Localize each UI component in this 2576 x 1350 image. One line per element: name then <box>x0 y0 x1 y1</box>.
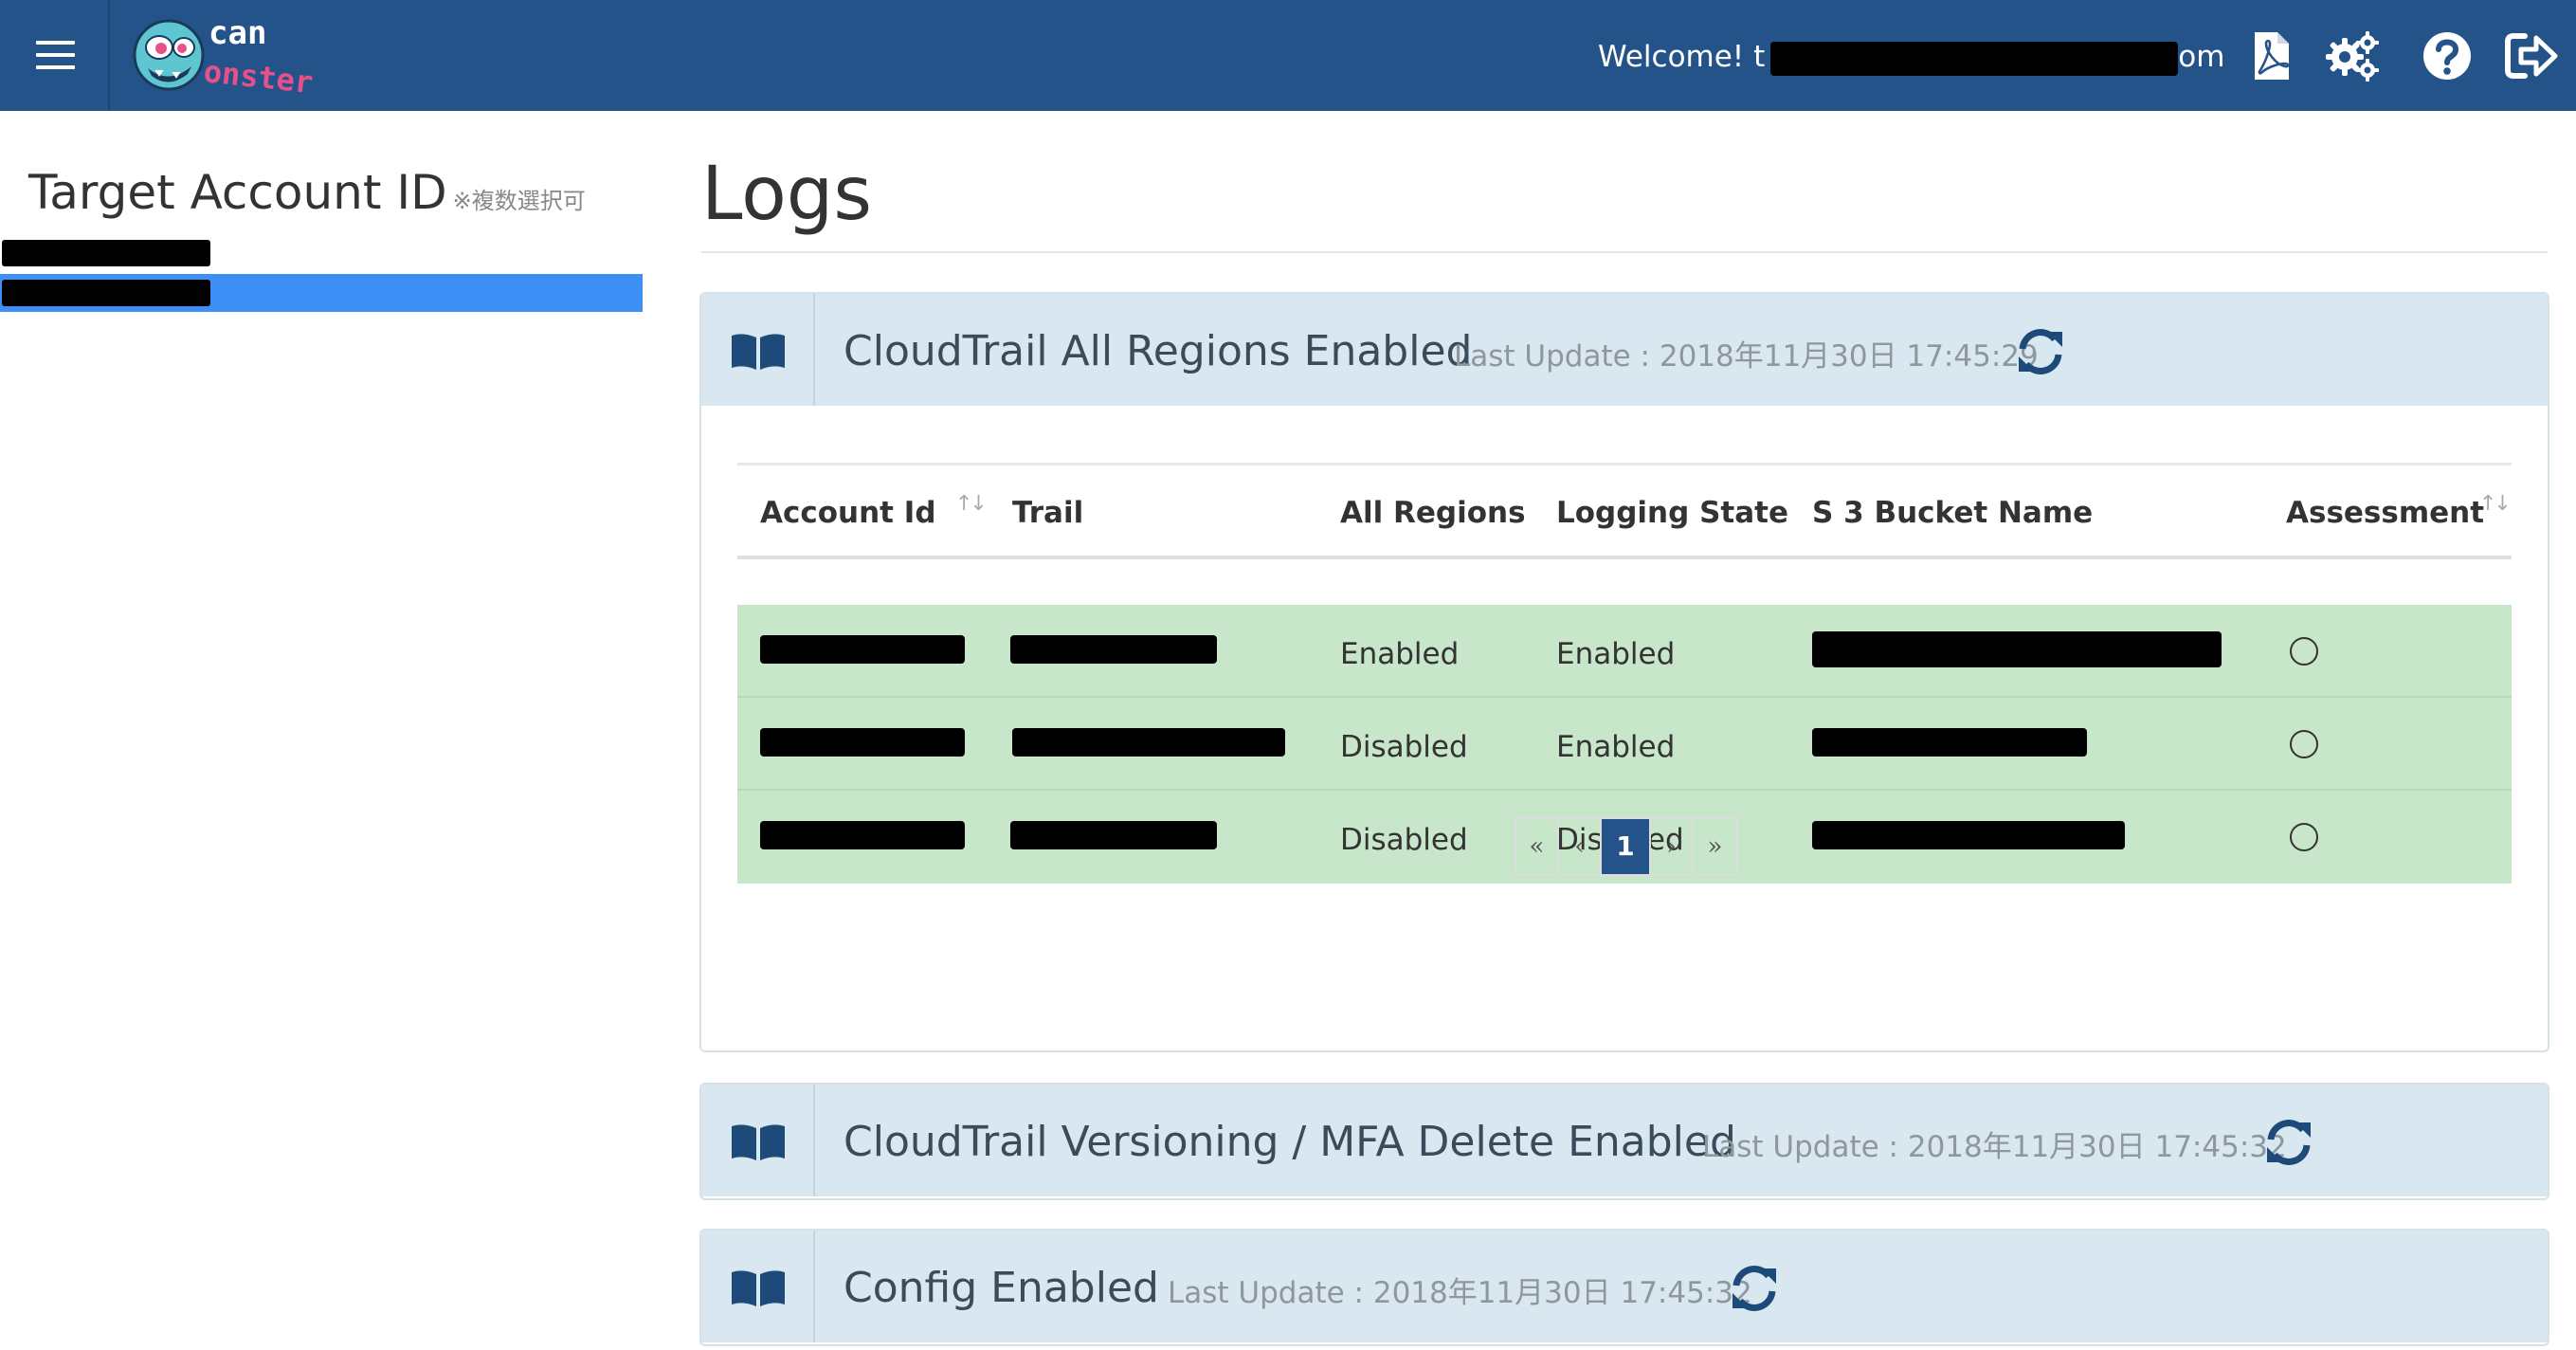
hamburger-line <box>36 53 75 57</box>
page-title: Logs <box>701 152 872 237</box>
page-first-button[interactable]: « <box>1516 819 1559 874</box>
logout-icon[interactable] <box>2504 28 2559 83</box>
refresh-icon[interactable] <box>2261 1115 2316 1170</box>
top-navbar: can onster Welcome! t om <box>0 0 2576 111</box>
redacted-account-id <box>760 728 965 757</box>
app-logo[interactable]: can onster <box>127 6 331 100</box>
help-icon[interactable] <box>2420 28 2475 83</box>
column-header-logging-state: Logging State <box>1556 496 1789 530</box>
table-header-row: Account Id ↑↓ Trail All Regions Logging … <box>737 463 2512 559</box>
book-icon <box>732 334 785 370</box>
hamburger-line <box>36 65 75 69</box>
book-icon <box>732 1124 785 1160</box>
panel-cloudtrail-versioning: CloudTrail Versioning / MFA Delete Enabl… <box>699 1083 2549 1200</box>
column-header-s3-bucket: S 3 Bucket Name <box>1812 496 2094 530</box>
page-next-button[interactable]: › <box>1651 819 1694 874</box>
panel-header[interactable]: CloudTrail Versioning / MFA Delete Enabl… <box>701 1085 2548 1196</box>
column-header-all-regions: All Regions <box>1340 496 1526 530</box>
page-current-button[interactable]: 1 <box>1602 819 1651 874</box>
table-row[interactable]: Disabled Enabled <box>737 698 2512 791</box>
settings-icon[interactable] <box>2324 28 2379 83</box>
table-row[interactable]: Enabled Enabled <box>737 605 2512 698</box>
welcome-prefix: Welcome! t <box>1598 40 1766 74</box>
assessment-ok-icon <box>2290 730 2318 758</box>
column-header-assessment[interactable]: Assessment <box>2286 494 2484 532</box>
last-update: Last Update : 2018年11月30日 17:45:32 <box>1702 1130 2287 1164</box>
pdf-icon[interactable] <box>2243 28 2298 83</box>
cell-all-regions: Disabled <box>1340 730 1468 764</box>
panel-cloudtrail-all-regions: CloudTrail All Regions Enabled Last Upda… <box>699 292 2549 1052</box>
cell-logging-state: Enabled <box>1556 730 1676 764</box>
account-list-item[interactable] <box>0 234 643 272</box>
sort-icon[interactable]: ↑↓ <box>2479 492 2512 516</box>
panel-title: Config Enabled <box>844 1264 1159 1312</box>
target-account-heading: Target Account ID ※複数選択可 <box>28 159 586 234</box>
cell-all-regions: Enabled <box>1340 637 1460 671</box>
redacted-s3-bucket <box>1812 821 2125 849</box>
header-divider <box>813 1085 815 1196</box>
redacted-account-id <box>760 635 965 664</box>
header-divider <box>813 1231 815 1342</box>
redacted-account-id <box>760 821 965 849</box>
panel-title: CloudTrail All Regions Enabled <box>844 327 1473 375</box>
multi-select-note: ※複数選択可 <box>452 188 586 214</box>
sort-icon[interactable]: ↑↓ <box>955 492 988 516</box>
hamburger-menu-button[interactable] <box>0 0 110 111</box>
logo-text-can: can <box>209 14 266 52</box>
cell-all-regions: Disabled <box>1340 823 1468 857</box>
redacted-trail <box>1010 635 1217 664</box>
redacted-s3-bucket <box>1812 728 2087 757</box>
pagination: « ‹ 1 › » <box>1515 817 1738 876</box>
monster-logo-icon: can onster <box>133 14 315 100</box>
logs-table: Account Id ↑↓ Trail All Regions Logging … <box>737 463 2512 884</box>
welcome-message: Welcome! t om <box>1598 38 2224 76</box>
redacted-account-id <box>2 280 210 306</box>
column-header-account-id[interactable]: Account Id <box>760 494 936 532</box>
panel-header[interactable]: Config Enabled Last Update : 2018年11月30日… <box>701 1231 2548 1342</box>
target-account-title: Target Account ID <box>28 165 447 220</box>
panel-header[interactable]: CloudTrail All Regions Enabled Last Upda… <box>701 294 2548 406</box>
page-last-button[interactable]: » <box>1694 819 1736 874</box>
last-update: Last Update : 2018年11月30日 17:45:32 <box>1168 1276 1752 1310</box>
redacted-user-email <box>1770 41 2179 76</box>
logo-text-onster: onster <box>202 53 315 100</box>
book-icon <box>732 1270 785 1306</box>
panel-title: CloudTrail Versioning / MFA Delete Enabl… <box>844 1118 1736 1166</box>
assessment-ok-icon <box>2290 823 2318 851</box>
header-divider <box>813 294 815 406</box>
cell-logging-state: Enabled <box>1556 637 1676 671</box>
title-divider <box>701 251 2548 253</box>
redacted-account-id <box>2 240 210 266</box>
refresh-icon[interactable] <box>2013 324 2068 379</box>
page-prev-button[interactable]: ‹ <box>1559 819 1602 874</box>
redacted-trail <box>1012 728 1285 757</box>
welcome-suffix: om <box>2178 40 2225 74</box>
last-update: Last Update : 2018年11月30日 17:45:29 <box>1454 339 2039 374</box>
redacted-trail <box>1010 821 1217 849</box>
refresh-icon[interactable] <box>1727 1261 1782 1316</box>
assessment-ok-icon <box>2290 637 2318 666</box>
panel-config-enabled: Config Enabled Last Update : 2018年11月30日… <box>699 1229 2549 1346</box>
redacted-s3-bucket <box>1812 631 2222 667</box>
account-list-item-selected[interactable] <box>0 274 643 312</box>
column-header-trail: Trail <box>1012 496 1084 530</box>
hamburger-line <box>36 41 75 45</box>
